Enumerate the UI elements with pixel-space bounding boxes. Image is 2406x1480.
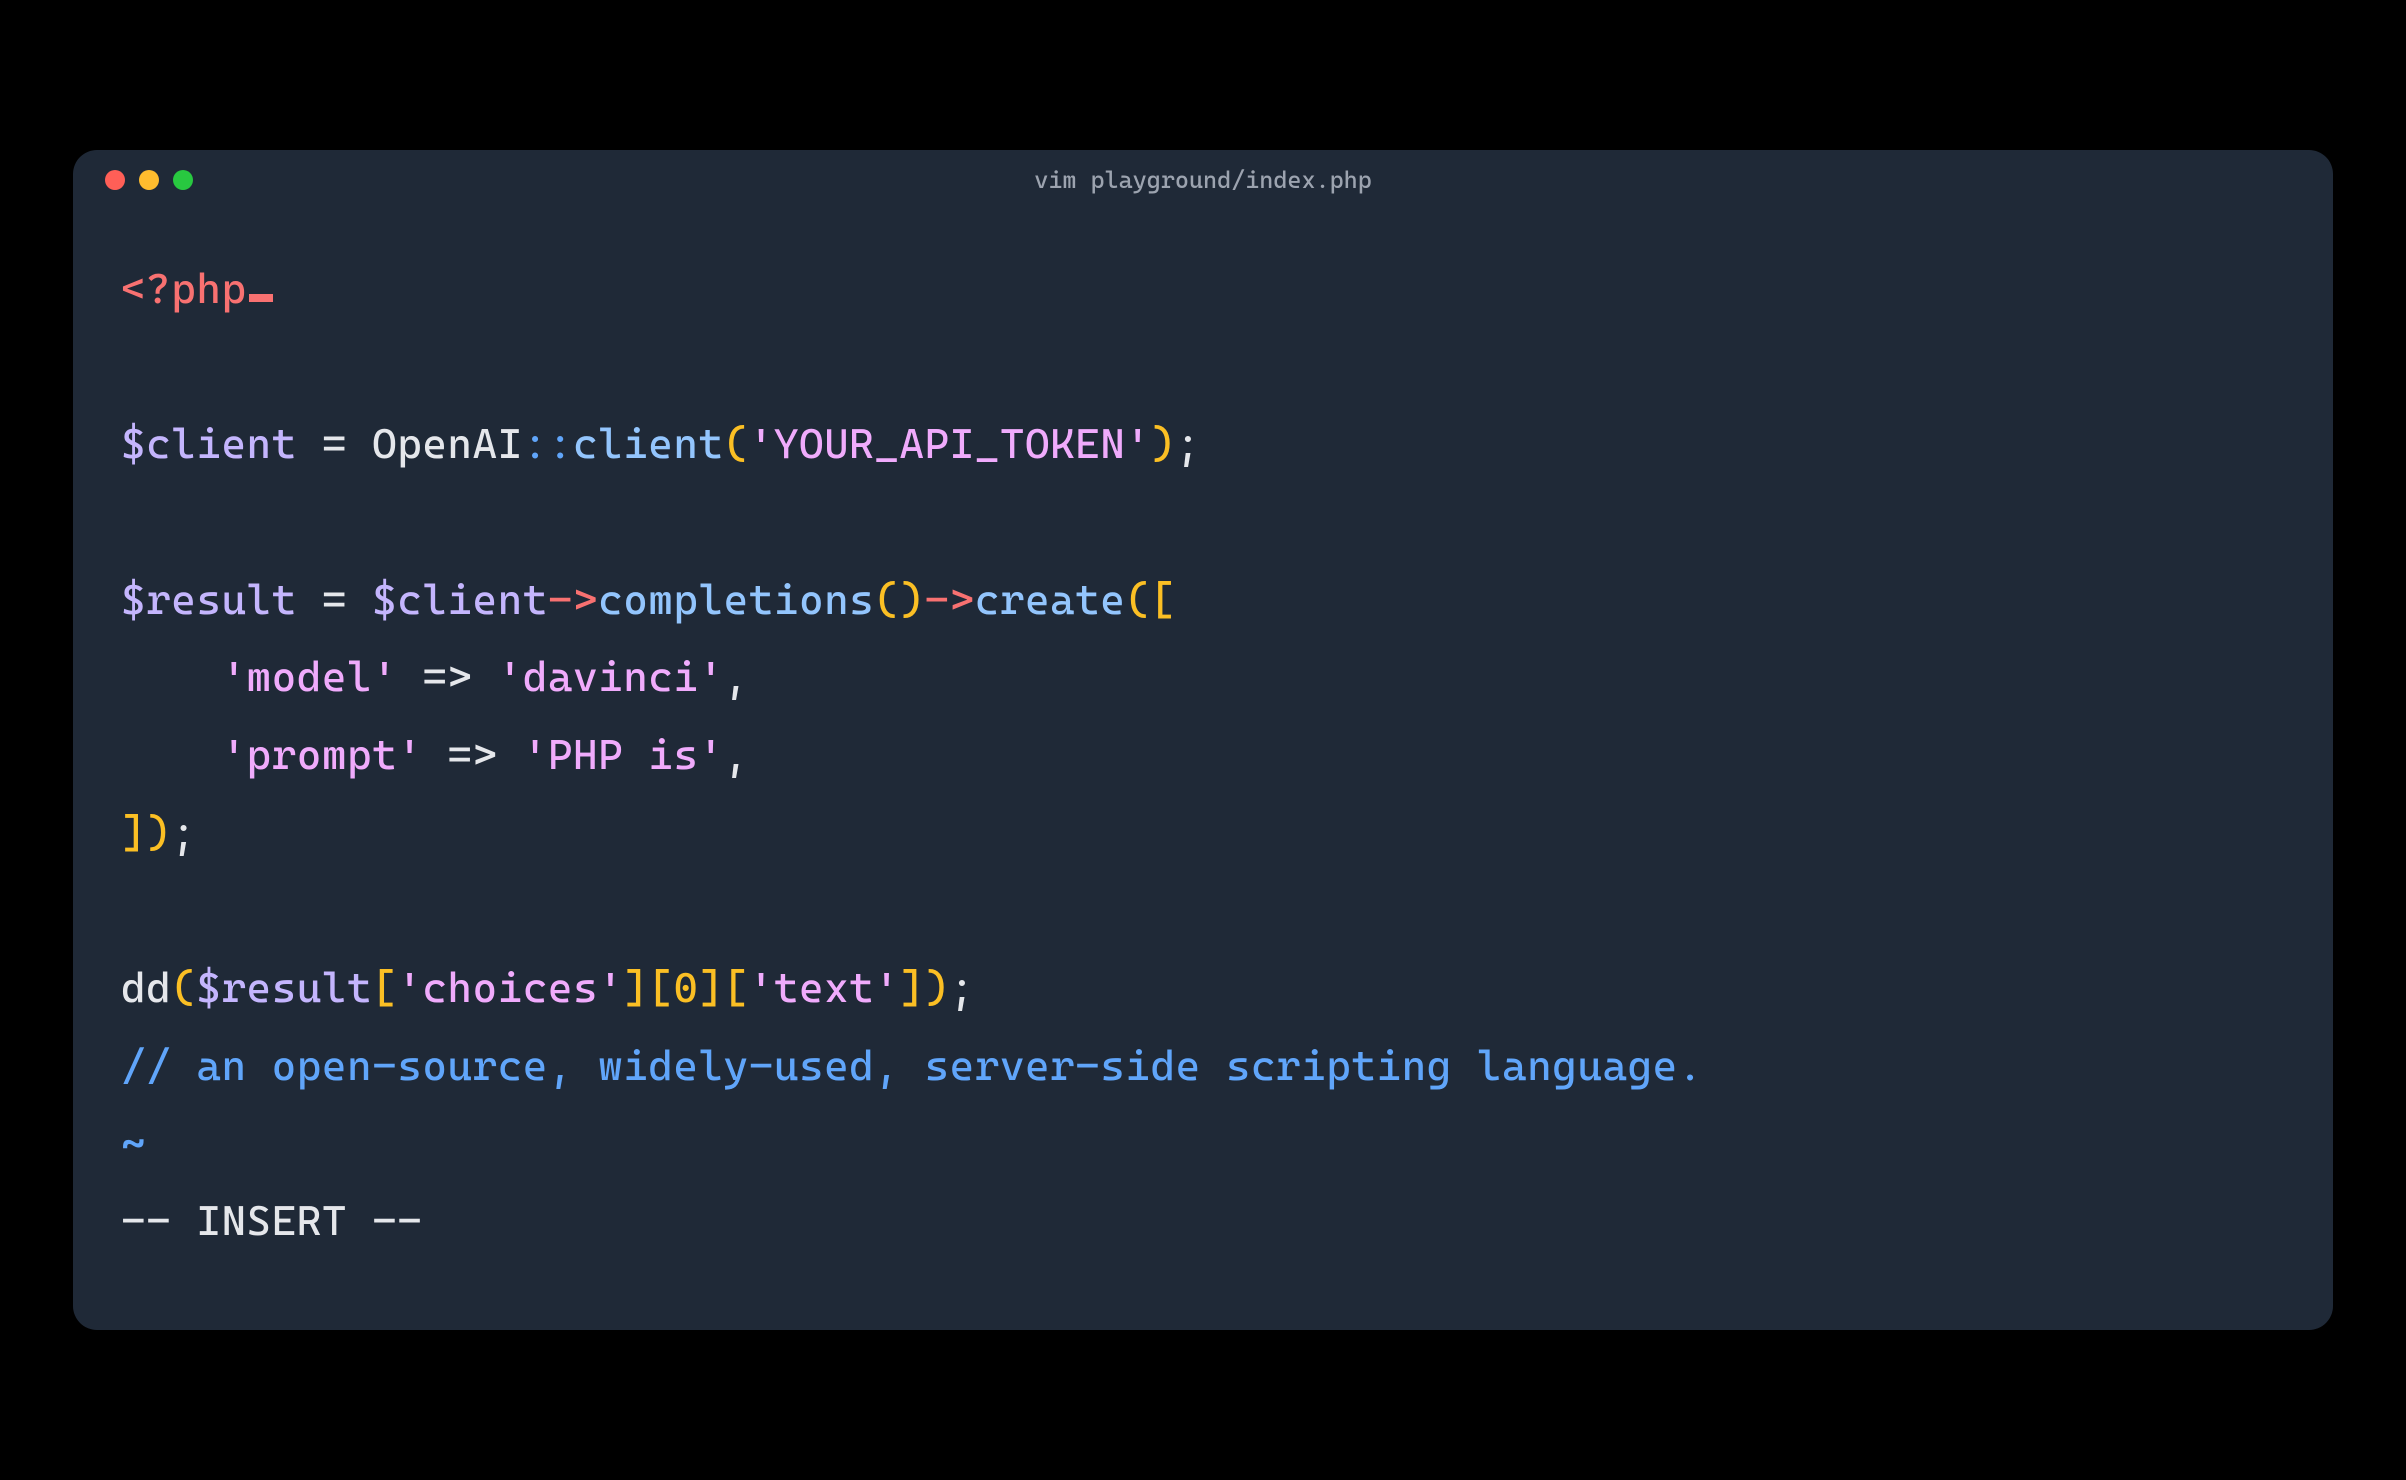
- code-line-11: // an open-source, widely-used, server-s…: [121, 1027, 2285, 1105]
- bracket-open: [: [1150, 575, 1175, 624]
- vim-mode-status: -- INSERT --: [121, 1196, 422, 1245]
- method-name: completions: [598, 575, 874, 624]
- code-line-9: [121, 872, 2285, 950]
- arrow-op: ->: [548, 575, 598, 624]
- fat-arrow: =>: [397, 652, 497, 701]
- string-value: 'davinci': [498, 652, 724, 701]
- method-name: create: [975, 575, 1126, 624]
- minimize-icon[interactable]: [139, 170, 159, 190]
- string-index: 'text': [749, 963, 900, 1012]
- bracket-close: ]: [121, 808, 146, 857]
- bracket-close: ]: [623, 963, 648, 1012]
- variable-client: $client: [121, 419, 297, 468]
- terminal-window: vim playground/index.php <?php $client = …: [73, 150, 2333, 1330]
- parens: (): [874, 575, 924, 624]
- bracket-close: ]: [699, 963, 724, 1012]
- vim-tilde: ~: [121, 1119, 146, 1168]
- maximize-icon[interactable]: [173, 170, 193, 190]
- scope-op: ::: [523, 419, 573, 468]
- code-line-13: -- INSERT --: [121, 1182, 2285, 1260]
- paren-open: (: [1125, 575, 1150, 624]
- close-icon[interactable]: [105, 170, 125, 190]
- paren-close: ): [1150, 419, 1175, 468]
- bracket-open: [: [372, 963, 397, 1012]
- variable-result: $result: [121, 575, 297, 624]
- variable-client: $client: [372, 575, 548, 624]
- indent: [121, 730, 221, 779]
- editor-area[interactable]: <?php$client = OpenAI::client('YOUR_API_…: [73, 210, 2333, 1330]
- paren-open: (: [171, 963, 196, 1012]
- comma: ,: [724, 730, 749, 779]
- traffic-lights: [105, 170, 193, 190]
- title-bar: vim playground/index.php: [73, 150, 2333, 210]
- comma: ,: [724, 652, 749, 701]
- code-line-10: dd($result['choices'][0]['text']);: [121, 949, 2285, 1027]
- code-line-7: 'prompt' => 'PHP is',: [121, 716, 2285, 794]
- fat-arrow: =>: [422, 730, 522, 779]
- string-index: 'choices': [397, 963, 623, 1012]
- paren-close: ): [146, 808, 171, 857]
- code-line-4: [121, 483, 2285, 561]
- code-line-3: $client = OpenAI::client('YOUR_API_TOKEN…: [121, 405, 2285, 483]
- code-line-1: <?php: [121, 250, 2285, 328]
- php-open-tag: <?php: [121, 264, 247, 313]
- class-name: OpenAI: [372, 419, 523, 468]
- paren-open: (: [724, 419, 749, 468]
- paren-close: ): [925, 963, 950, 1012]
- code-line-12: ~: [121, 1105, 2285, 1183]
- indent: [121, 652, 221, 701]
- function-call: dd: [121, 963, 171, 1012]
- bracket-close: ]: [899, 963, 924, 1012]
- bracket-open: [: [724, 963, 749, 1012]
- method-name: client: [573, 419, 724, 468]
- string-key: 'prompt': [221, 730, 422, 779]
- comment: // an open-source, widely-used, server-s…: [121, 1041, 1703, 1090]
- window-title: vim playground/index.php: [1034, 166, 1372, 194]
- variable-result: $result: [196, 963, 372, 1012]
- equals-op: =: [297, 419, 372, 468]
- code-line-8: ]);: [121, 794, 2285, 872]
- bracket-open: [: [648, 963, 673, 1012]
- semicolon: ;: [950, 963, 975, 1012]
- code-line-2: [121, 328, 2285, 406]
- code-line-6: 'model' => 'davinci',: [121, 638, 2285, 716]
- code-line-5: $result = $client->completions()->create…: [121, 561, 2285, 639]
- semicolon: ;: [1176, 419, 1201, 468]
- arrow-op: ->: [925, 575, 975, 624]
- cursor: [249, 294, 273, 302]
- string-token: 'YOUR_API_TOKEN': [749, 419, 1151, 468]
- equals-op: =: [297, 575, 372, 624]
- string-key: 'model': [221, 652, 397, 701]
- semicolon: ;: [171, 808, 196, 857]
- string-value: 'PHP is': [523, 730, 724, 779]
- number-index: 0: [673, 963, 698, 1012]
